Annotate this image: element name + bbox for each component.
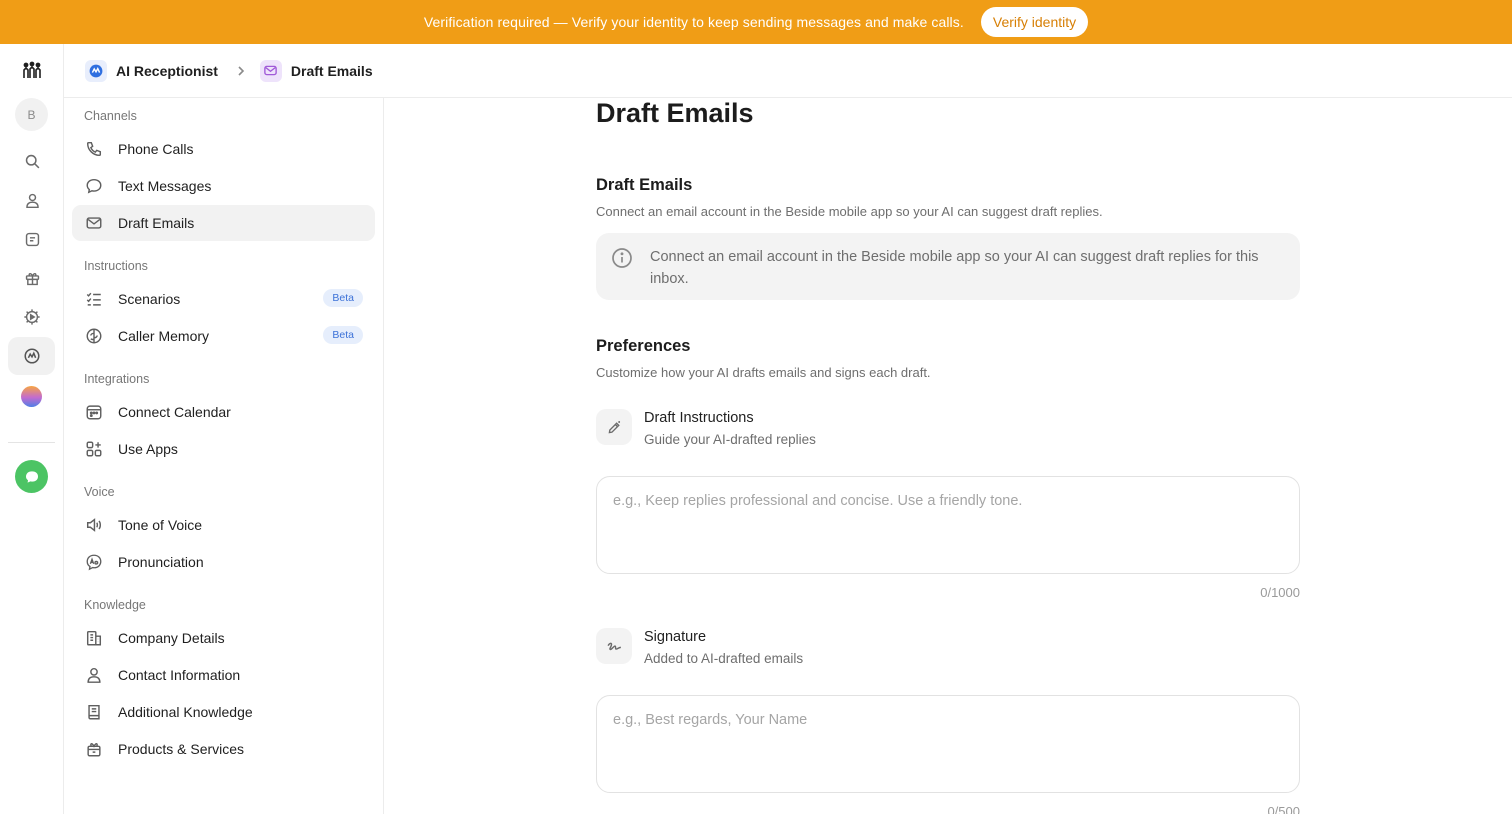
book-icon (84, 702, 104, 722)
chat-bubble-icon[interactable] (15, 460, 48, 493)
verify-identity-button[interactable]: Verify identity (980, 7, 1089, 37)
info-callout: Connect an email account in the Beside m… (596, 233, 1300, 300)
info-icon (611, 247, 633, 269)
sidebar-item-use-apps[interactable]: Use Apps (72, 431, 375, 467)
sidebar-item-label: Text Messages (118, 178, 212, 194)
signature-counter: 0/500 (1267, 804, 1300, 814)
sidebar-item-scenarios[interactable]: Scenarios Beta (72, 281, 375, 317)
search-icon[interactable] (16, 145, 48, 177)
beta-badge: Beta (323, 289, 363, 307)
signature-header: Signature Added to AI-drafted emails (596, 628, 803, 666)
sidebar-item-caller-memory[interactable]: Caller Memory Beta (72, 318, 375, 354)
sidebar-item-pronunciation[interactable]: Pronunciation (72, 544, 375, 580)
sidebar-item-label: Products & Services (118, 741, 245, 757)
sidebar-item-contact-information[interactable]: Contact Information (72, 657, 375, 693)
sidebar-item-label: Company Details (118, 630, 225, 646)
sidebar-item-products-services[interactable]: Products & Services (72, 731, 375, 767)
sidebar-item-label: Use Apps (118, 441, 178, 457)
person-icon (84, 665, 104, 685)
notes-icon[interactable] (16, 223, 48, 255)
sidebar-item-draft-emails[interactable]: Draft Emails (72, 205, 375, 241)
draft-instructions-header: Draft Instructions Guide your AI-drafted… (596, 409, 816, 447)
settings-sidebar: Channels Phone Calls Text Messages Draft… (64, 98, 384, 814)
avatar[interactable]: B (15, 98, 48, 131)
people-group-icon[interactable] (16, 54, 48, 86)
signature-icon (596, 628, 632, 664)
section-label-instructions: Instructions (84, 259, 148, 273)
box-icon (84, 739, 104, 759)
mail-icon (259, 59, 282, 82)
section-label-voice: Voice (84, 485, 115, 499)
sidebar-item-phone-calls[interactable]: Phone Calls (72, 131, 375, 167)
preferences-section-title: Preferences (596, 337, 691, 355)
sidebar-item-label: Additional Knowledge (118, 704, 253, 720)
draft-instructions-title: Draft Instructions (644, 410, 754, 426)
signature-input[interactable] (596, 695, 1300, 793)
sidebar-item-text-messages[interactable]: Text Messages (72, 168, 375, 204)
breadcrumb-parent-label: AI Receptionist (116, 62, 218, 79)
speaker-icon (84, 515, 104, 535)
app-rail: B (0, 44, 64, 814)
breadcrumb-draft-emails: Draft Emails (259, 59, 373, 82)
draft-emails-section-title: Draft Emails (596, 176, 693, 194)
rail-divider (8, 442, 55, 443)
sidebar-item-label: Scenarios (118, 291, 181, 307)
signature-title: Signature (644, 629, 707, 645)
sidebar-item-tone-of-voice[interactable]: Tone of Voice (72, 507, 375, 543)
sidebar-item-label: Connect Calendar (118, 404, 231, 420)
info-callout-text: Connect an email account in the Beside m… (650, 249, 1259, 287)
building-icon (84, 628, 104, 648)
breadcrumb: AI Receptionist Draft Emails (64, 44, 1512, 98)
gift-icon[interactable] (16, 262, 48, 294)
breadcrumb-current-label: Draft Emails (290, 62, 373, 79)
pencil-sparkle-icon (596, 409, 632, 445)
signature-subtitle: Added to AI-drafted emails (644, 651, 804, 666)
mail-icon (84, 213, 104, 233)
section-label-knowledge: Knowledge (84, 598, 146, 612)
verification-banner: Verification required — Verify your iden… (0, 0, 1512, 44)
brain-icon (84, 326, 104, 346)
draft-emails-description: Connect an email account in the Beside m… (596, 204, 1103, 219)
chevron-right-icon (236, 65, 246, 77)
section-label-integrations: Integrations (84, 372, 150, 386)
preferences-description: Customize how your AI drafts emails and … (596, 365, 931, 380)
calendar-icon (84, 402, 104, 422)
apps-icon (84, 439, 104, 459)
person-icon[interactable] (16, 184, 48, 216)
phone-icon (84, 139, 104, 159)
sidebar-item-label: Tone of Voice (118, 517, 203, 533)
draft-instructions-counter: 0/1000 (1260, 585, 1300, 600)
pronunciation-icon (84, 552, 104, 572)
page-title: Draft Emails (596, 98, 754, 128)
checklist-icon (84, 289, 104, 309)
gradient-orb-icon[interactable] (21, 386, 42, 407)
ai-receptionist-icon[interactable] (8, 337, 55, 375)
beta-badge: Beta (323, 326, 363, 344)
banner-message: Verification required — Verify your iden… (423, 14, 964, 30)
sidebar-item-label: Contact Information (118, 667, 241, 683)
chat-icon (84, 176, 104, 196)
main-content: Draft Emails Draft Emails Connect an ema… (384, 98, 1512, 814)
sidebar-item-connect-calendar[interactable]: Connect Calendar (72, 394, 375, 430)
sidebar-item-additional-knowledge[interactable]: Additional Knowledge (72, 694, 375, 730)
draft-instructions-subtitle: Guide your AI-drafted replies (644, 432, 816, 447)
settings-play-icon[interactable] (16, 301, 48, 333)
sidebar-item-company-details[interactable]: Company Details (72, 620, 375, 656)
ai-receptionist-icon (85, 59, 107, 82)
breadcrumb-ai-receptionist[interactable]: AI Receptionist (85, 59, 218, 82)
sidebar-item-label: Draft Emails (118, 215, 195, 231)
sidebar-item-label: Phone Calls (118, 141, 194, 157)
sidebar-item-label: Pronunciation (118, 554, 204, 570)
draft-instructions-input[interactable] (596, 476, 1300, 574)
sidebar-item-label: Caller Memory (118, 328, 210, 344)
section-label-channels: Channels (84, 109, 137, 123)
